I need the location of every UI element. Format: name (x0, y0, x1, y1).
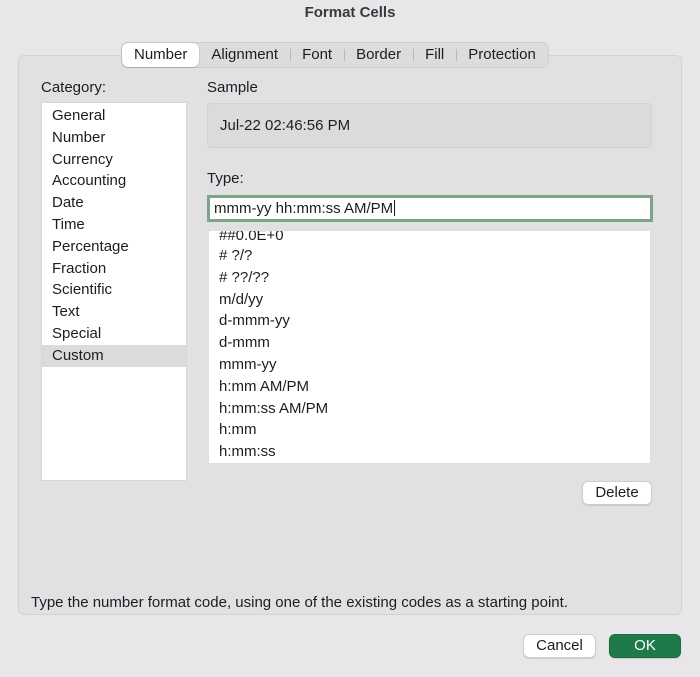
category-item-currency[interactable]: Currency (42, 149, 186, 171)
tab-bar: Number Alignment Font Border Fill Protec… (121, 42, 549, 68)
tab-fill[interactable]: Fill (413, 43, 456, 67)
category-item-time[interactable]: Time (42, 214, 186, 236)
format-item[interactable]: d-mmm-yy (209, 310, 650, 332)
category-item-fraction[interactable]: Fraction (42, 258, 186, 280)
dialog-title: Format Cells (304, 4, 396, 21)
format-item[interactable]: d-mmm (209, 332, 650, 354)
tab-border[interactable]: Border (344, 43, 413, 67)
category-item-custom[interactable]: Custom (42, 344, 186, 367)
format-item[interactable]: # ?/? (209, 245, 650, 267)
tab-alignment[interactable]: Alignment (199, 43, 290, 67)
format-item[interactable]: h:mm:ss (209, 441, 650, 463)
tab-protection[interactable]: Protection (456, 43, 548, 67)
category-label: Category: (41, 79, 107, 96)
category-item-text[interactable]: Text (42, 301, 186, 323)
sample-preview: Jul-22 02:46:56 PM (207, 103, 652, 148)
text-caret (394, 200, 396, 216)
tab-number[interactable]: Number (122, 43, 200, 67)
format-item[interactable]: m/d/yy (209, 289, 650, 311)
delete-button[interactable]: Delete (582, 481, 652, 505)
category-item-general[interactable]: General (42, 105, 186, 127)
tab-font[interactable]: Font (290, 43, 344, 67)
format-code-list[interactable]: ##0.0E+0 # ?/? # ??/?? m/d/yy d-mmm-yy d… (208, 230, 651, 464)
category-item-percentage[interactable]: Percentage (42, 236, 186, 258)
format-item[interactable]: ##0.0E+0 (209, 231, 650, 245)
type-input-value: mmm-yy hh:mm:ss AM/PM (214, 200, 394, 217)
category-list[interactable]: General Number Currency Accounting Date … (41, 102, 187, 481)
type-label: Type: (207, 170, 244, 187)
category-item-accounting[interactable]: Accounting (42, 170, 186, 192)
format-hint-text: Type the number format code, using one o… (31, 594, 568, 611)
ok-button[interactable]: OK (609, 634, 681, 658)
format-item[interactable]: h:mm (209, 419, 650, 441)
category-item-special[interactable]: Special (42, 323, 186, 345)
sample-label: Sample (207, 79, 258, 96)
category-item-date[interactable]: Date (42, 192, 186, 214)
format-item[interactable]: h:mm AM/PM (209, 376, 650, 398)
format-item[interactable]: h:mm:ss AM/PM (209, 398, 650, 420)
cancel-button[interactable]: Cancel (523, 634, 596, 658)
format-item[interactable]: mmm-yy (209, 354, 650, 376)
format-item[interactable]: # ??/?? (209, 267, 650, 289)
category-item-number[interactable]: Number (42, 127, 186, 149)
category-item-scientific[interactable]: Scientific (42, 279, 186, 301)
type-input[interactable]: mmm-yy hh:mm:ss AM/PM (207, 195, 653, 222)
